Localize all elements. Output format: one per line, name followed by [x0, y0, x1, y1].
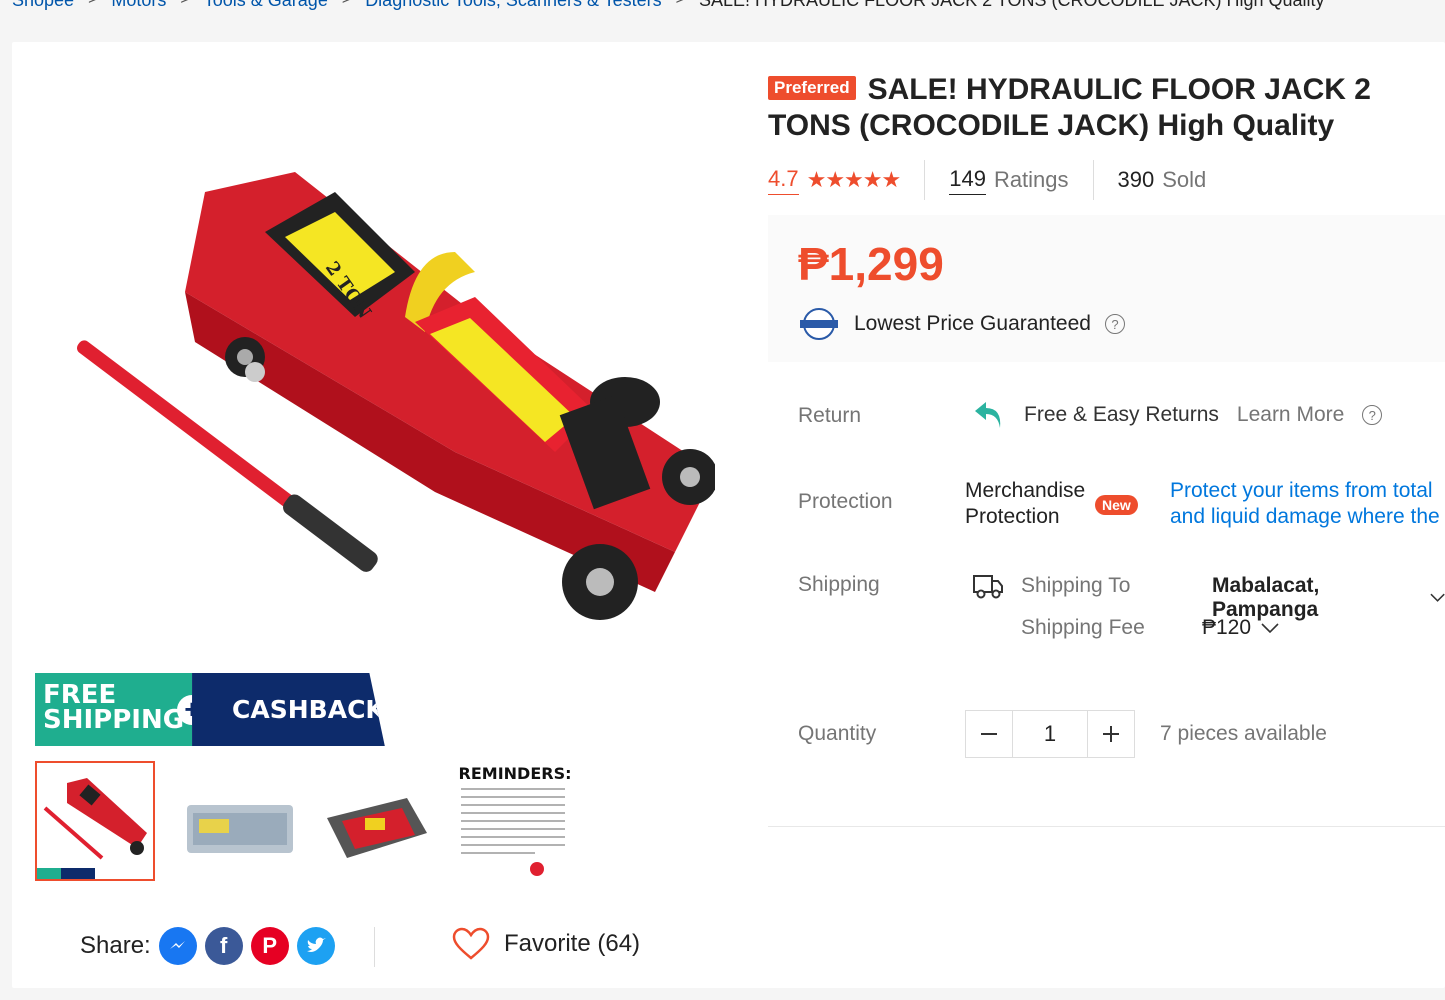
facebook-icon[interactable]: f: [204, 927, 243, 965]
increase-quantity-button[interactable]: [1088, 711, 1134, 757]
pinterest-icon[interactable]: P: [250, 927, 289, 965]
learn-more-link[interactable]: Learn More: [1237, 403, 1344, 427]
jack-thumbnail-image: [37, 763, 153, 879]
return-text: Free & Easy Returns: [1024, 403, 1219, 426]
thumbnail-strip: REMINDERS:: [35, 761, 575, 881]
open-case-thumbnail-image: [327, 798, 427, 858]
quantity-label: Quantity: [798, 722, 877, 745]
protection-name-line1: Merchandise: [965, 479, 1086, 502]
favorite-button[interactable]: Favorite (64): [452, 927, 640, 961]
plus-icon: [1103, 726, 1119, 742]
chevron-right-icon: >: [676, 0, 685, 9]
chevron-down-icon: [1430, 593, 1445, 602]
shipping-row: Shipping: [798, 573, 880, 597]
chevron-down-icon: [1261, 623, 1279, 633]
merchandise-protection-name: Merchandise Protection: [965, 478, 1085, 530]
minus-icon: [981, 733, 997, 735]
return-row: Return: [798, 404, 861, 428]
chevron-right-icon: >: [88, 0, 97, 9]
product-card: 2 TON FREE SHIPPING + CASHBACK REMINDERS…: [12, 42, 1445, 988]
breadcrumb: Shopee > Motors > Tools & Garage > Diagnost…: [12, 0, 1325, 12]
star-rating-icon: ★★★★★: [806, 167, 902, 192]
protection-name-line2: Protection: [965, 505, 1060, 528]
shipping-to-label: Shipping To: [1021, 574, 1130, 598]
breadcrumb-item[interactable]: Tools & Garage: [204, 0, 328, 11]
protection-row: Protection: [798, 490, 893, 514]
sold-label: Sold: [1162, 167, 1207, 192]
sold-count: 390: [1117, 167, 1155, 192]
help-icon[interactable]: ?: [1362, 405, 1383, 425]
quantity-input[interactable]: 1: [1012, 711, 1088, 757]
share-label: Share:: [80, 932, 151, 959]
section-divider: [768, 826, 1445, 827]
promo-shipping-text: SHIPPING: [43, 705, 185, 735]
stats-divider: [1092, 160, 1094, 200]
messenger-icon[interactable]: [158, 927, 197, 965]
product-title-row: Preferred SALE! HYDRAULIC FLOOR JACK 2 TO…: [768, 72, 1445, 144]
chevron-right-icon: >: [342, 0, 351, 9]
quantity-stepper: 1: [965, 710, 1135, 758]
lowest-price-guarantee: Lowest Price Guaranteed ?: [798, 307, 1125, 341]
quantity-row: Quantity: [798, 722, 876, 746]
shipping-fee-label: Shipping Fee: [1021, 616, 1145, 640]
truck-icon: [973, 575, 1003, 599]
shipping-fee-text: Shipping Fee: [1021, 616, 1145, 639]
breadcrumb-item[interactable]: Shopee: [12, 0, 74, 11]
ratings-label: Ratings: [993, 167, 1069, 192]
product-main-image[interactable]: 2 TON: [35, 72, 715, 752]
protection-desc-line2: and liquid damage where the: [1170, 505, 1440, 528]
cashback-label: CASHBACK: [192, 673, 385, 746]
free-shipping-label: FREE SHIPPING: [35, 673, 193, 746]
price-section: ₱1,299 Lowest Price Guaranteed ?: [768, 215, 1445, 362]
stats-divider: [924, 160, 926, 200]
reminders-thumbnail-image: REMINDERS:: [459, 764, 572, 876]
return-arrow-icon: [975, 402, 1001, 428]
help-icon[interactable]: ?: [1104, 314, 1125, 334]
protection-desc-line1: Protect your items from total: [1170, 479, 1433, 502]
heart-icon: [452, 927, 490, 960]
product-stats: 4.7 ★★★★★ 149 Ratings 390 Sold: [768, 160, 1206, 200]
favorite-text: Favorite (64): [504, 930, 641, 957]
share-divider: [374, 927, 375, 967]
shipping-destination-dropdown[interactable]: Mabalacat, Pampanga: [1212, 574, 1445, 622]
lowest-price-guaranteed-icon: [800, 308, 838, 340]
new-badge: New: [1095, 495, 1138, 515]
shipping-label: Shipping: [798, 573, 880, 596]
thumbnail-2[interactable]: [175, 761, 295, 881]
thumbnail-1[interactable]: [35, 761, 155, 881]
chevron-right-icon: >: [180, 0, 189, 9]
new-badge-wrap: New: [1095, 492, 1138, 516]
ratings-count[interactable]: 149: [949, 166, 986, 195]
preferred-badge: Preferred: [768, 76, 856, 100]
share-section: Share: f P: [80, 927, 335, 965]
thumbnail-4[interactable]: REMINDERS:: [455, 761, 575, 881]
shipping-destination: Mabalacat, Pampanga: [1212, 574, 1320, 621]
decrease-quantity-button[interactable]: [966, 711, 1012, 757]
thumbnail-3[interactable]: [315, 761, 435, 881]
stock-available: 7 pieces available: [1160, 722, 1327, 746]
return-info: Free & Easy Returns Learn More ?: [972, 398, 1383, 432]
product-title: SALE! HYDRAULIC FLOOR JACK 2 TONS (CROCO…: [768, 73, 1371, 142]
stock-available-text: 7 pieces available: [1160, 722, 1327, 745]
protection-description-link[interactable]: Protect your items from total and liquid…: [1170, 478, 1445, 530]
free-shipping-cashback-banner: FREE SHIPPING + CASHBACK: [35, 673, 385, 746]
twitter-icon[interactable]: [296, 927, 335, 965]
breadcrumb-current: SALE! HYDRAULIC FLOOR JACK 2 TONS (CROCO…: [699, 0, 1325, 11]
shipping-to-text: Shipping To: [1021, 574, 1131, 597]
reminders-title: REMINDERS:: [459, 764, 572, 783]
rating-value[interactable]: 4.7: [768, 166, 799, 195]
return-label: Return: [798, 404, 862, 427]
shipping-fee-dropdown[interactable]: ₱120: [1202, 616, 1279, 640]
breadcrumb-item[interactable]: Motors: [111, 0, 166, 11]
breadcrumb-item[interactable]: Diagnostic Tools, Scanners & Testers: [365, 0, 661, 11]
box-thumbnail-image: [187, 805, 293, 853]
product-price: ₱1,299: [798, 238, 944, 290]
protection-label: Protection: [798, 490, 893, 513]
lowest-price-text: Lowest Price Guaranteed: [854, 312, 1091, 335]
shipping-fee-value: ₱120: [1202, 616, 1252, 639]
